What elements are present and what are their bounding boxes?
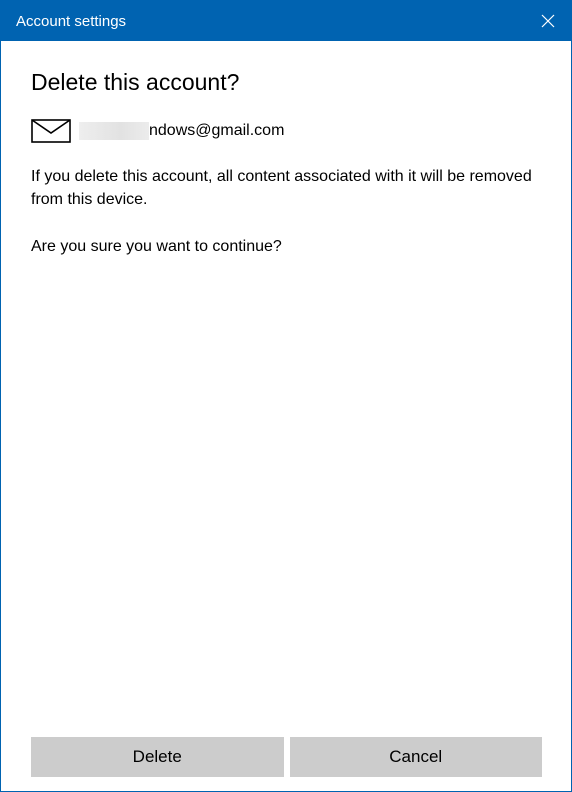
account-row: ndows@gmail.com — [31, 117, 541, 145]
account-email-text: ndows@gmail.com — [149, 122, 285, 139]
delete-button[interactable]: Delete — [31, 737, 284, 777]
cancel-button[interactable]: Cancel — [289, 737, 542, 777]
redacted-email-prefix — [79, 122, 149, 140]
dialog-content: Delete this account? ndows@gmail.com If … — [31, 67, 541, 258]
delete-warning-message: If you delete this account, all content … — [31, 168, 532, 208]
dialog-heading: Delete this account? — [31, 69, 240, 95]
close-icon — [541, 14, 555, 28]
title-bar[interactable]: Account settings — [1, 1, 571, 41]
confirmation-question: Are you sure you want to continue? — [31, 238, 282, 255]
dialog-buttons: Delete Cancel — [31, 737, 542, 777]
window-title: Account settings — [16, 12, 127, 30]
account-email: ndows@gmail.com — [79, 122, 284, 140]
mail-icon — [31, 119, 71, 143]
close-button[interactable] — [525, 1, 571, 41]
account-settings-window: Account settings Delete this account? nd… — [0, 0, 572, 792]
